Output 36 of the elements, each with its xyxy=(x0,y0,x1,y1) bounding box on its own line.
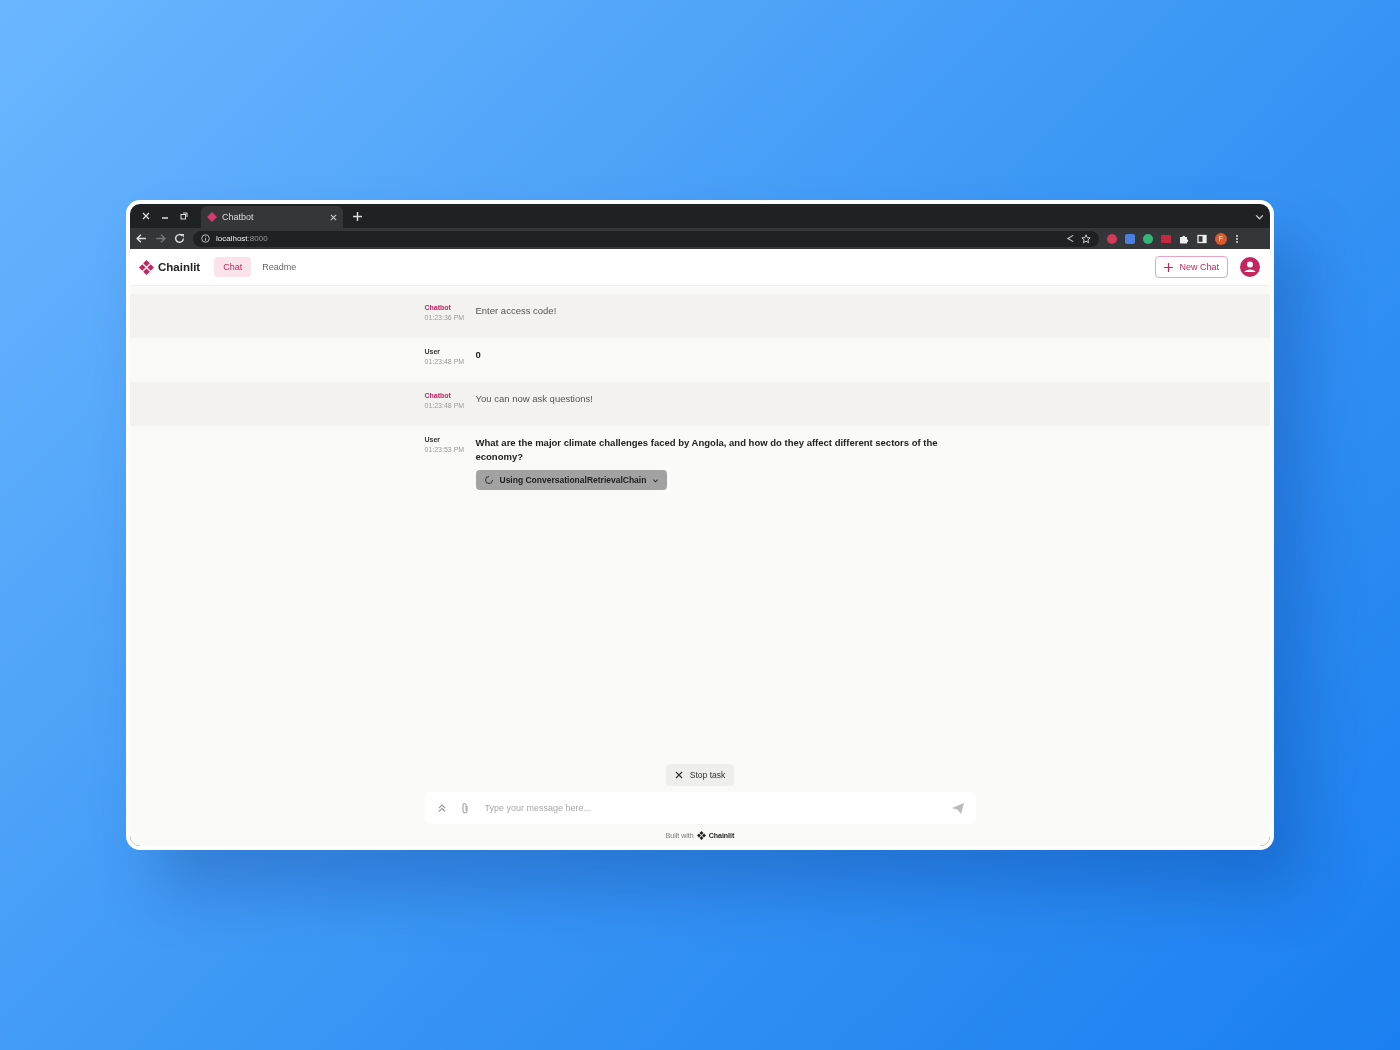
step-button[interactable]: Using ConversationalRetrievalChain xyxy=(475,470,668,490)
info-icon xyxy=(201,234,210,243)
message-text: Enter access code! xyxy=(475,304,557,318)
close-icon xyxy=(674,771,683,779)
more-icon[interactable] xyxy=(1235,233,1239,244)
app-logo-text: Chainlit xyxy=(158,261,201,273)
user-avatar-icon[interactable] xyxy=(1240,257,1260,277)
favicon-icon xyxy=(207,212,217,222)
reload-icon[interactable] xyxy=(174,233,185,244)
expand-icon[interactable] xyxy=(436,803,447,813)
side-panel-icon[interactable] xyxy=(1197,233,1207,244)
message-input-field[interactable]: Type your message here... xyxy=(424,792,976,824)
address-field[interactable]: localhost:8000 xyxy=(193,230,1099,247)
logo-icon xyxy=(139,259,154,275)
stop-task-button[interactable]: Stop task xyxy=(665,764,735,786)
share-icon[interactable] xyxy=(1066,234,1075,243)
star-icon[interactable] xyxy=(1081,233,1091,244)
new-chat-button[interactable]: New Chat xyxy=(1155,256,1228,278)
nav-tab[interactable]: Readme xyxy=(253,257,306,277)
forward-icon[interactable] xyxy=(155,233,166,244)
logo-icon xyxy=(696,830,706,840)
message-input[interactable]: Type your message here... xyxy=(482,802,938,814)
nav-tab[interactable]: Chat xyxy=(214,257,252,277)
plus-icon xyxy=(1164,262,1174,272)
message-text: 0 xyxy=(475,348,481,362)
message-text: You can now ask questions! xyxy=(475,392,593,406)
browser-tab[interactable]: Chatbot xyxy=(201,206,343,228)
message-text: What are the major climate challenges faced by Angola, and how do they affect different sectors of the economy? xyxy=(475,436,939,464)
close-tab-icon[interactable] xyxy=(330,213,337,221)
chevron-down-icon xyxy=(652,476,660,484)
back-icon[interactable] xyxy=(136,233,147,244)
puzzle-icon[interactable] xyxy=(1179,233,1189,244)
extension-icon[interactable] xyxy=(1143,233,1153,244)
new-tab-icon[interactable] xyxy=(353,211,362,221)
extension-icon[interactable] xyxy=(1107,233,1117,244)
spinner-icon xyxy=(483,475,494,485)
